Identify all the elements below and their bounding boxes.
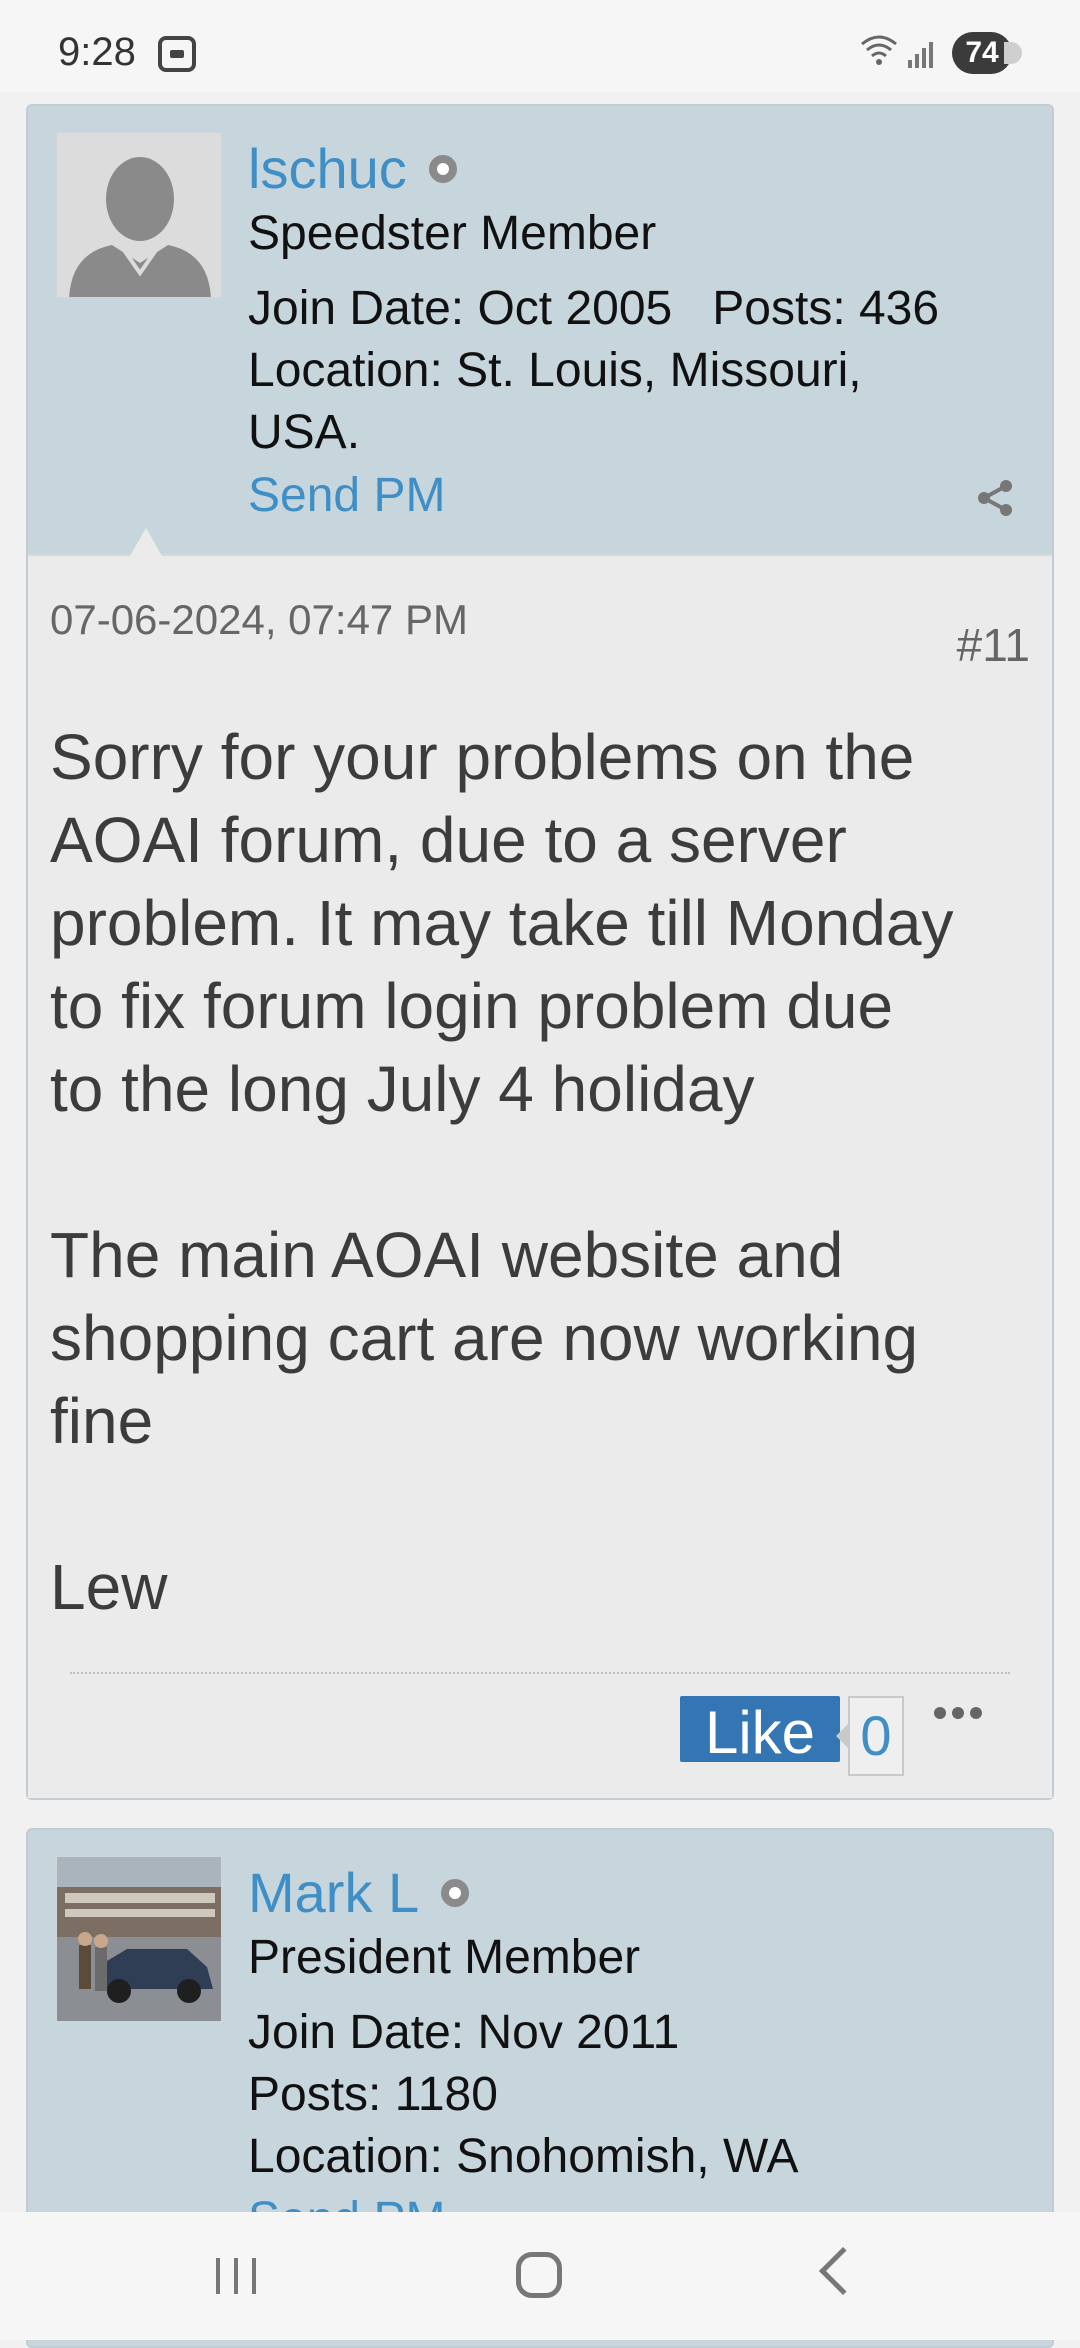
car-photo-avatar-icon <box>57 1857 221 2021</box>
member-title: Speedster Member <box>248 207 657 260</box>
posts-count: Posts: 1180 <box>248 2068 498 2121</box>
post-author-info: lschuc Speedster Member Join Date: Oct 2… <box>28 106 1052 554</box>
join-date: Join Date: Nov 2011 <box>248 2006 680 2059</box>
member-title: President Member <box>248 1931 641 1984</box>
post-content: Sorry for your problems on the AOAI foru… <box>50 721 954 1623</box>
navigation-bar <box>0 2212 1080 2340</box>
share-icon[interactable] <box>976 478 1016 518</box>
status-bar: 9:28 74 <box>0 0 1080 92</box>
more-options-icon[interactable] <box>934 1706 994 1726</box>
avatar[interactable] <box>56 1856 222 2022</box>
posts-count: Posts: 436 <box>712 282 940 335</box>
offline-status-icon <box>441 1879 470 1908</box>
speech-pointer <box>130 528 162 556</box>
default-avatar-icon <box>57 133 221 297</box>
post-number-link[interactable]: #11 <box>957 618 1030 672</box>
join-date: Join Date: Oct 2005 Posts: 436 <box>248 278 939 340</box>
join-date-text: Join Date: Oct 2005 <box>248 282 673 335</box>
location: Location: St. Louis, Missouri, <box>248 344 862 397</box>
username[interactable]: Mark L <box>248 1860 470 1925</box>
offline-status-icon <box>428 155 457 184</box>
divider <box>70 1672 1010 1674</box>
status-time: 9:28 <box>58 30 136 74</box>
battery-indicator: 74 <box>952 32 1022 74</box>
like-button[interactable]: Like <box>680 1696 840 1762</box>
username-text[interactable]: Mark L <box>248 1861 419 1924</box>
signal-icon <box>908 38 938 68</box>
post-author-info: Mark L President Member Join Date: Nov 2… <box>28 1830 1052 2278</box>
back-icon[interactable] <box>818 2246 868 2296</box>
forum-post: lschuc Speedster Member Join Date: Oct 2… <box>26 104 1054 1800</box>
home-icon[interactable] <box>516 2252 562 2298</box>
username[interactable]: lschuc <box>248 136 457 201</box>
avatar[interactable] <box>56 132 222 298</box>
like-count: 0 <box>836 1696 904 1776</box>
post-date: 07-06-2024, 07:47 PM <box>50 596 468 643</box>
wifi-icon <box>858 32 900 76</box>
post-body: 07-06-2024, 07:47 PM #11 Sorry for your … <box>28 528 1052 1798</box>
username-text[interactable]: lschuc <box>248 137 407 200</box>
send-pm-link[interactable]: Send PM <box>248 468 445 523</box>
location: Location: Snohomish, WA <box>248 2130 799 2183</box>
screenshot-icon <box>158 36 196 72</box>
recent-apps-icon[interactable] <box>216 2258 260 2294</box>
location-continued: USA. <box>248 406 361 459</box>
